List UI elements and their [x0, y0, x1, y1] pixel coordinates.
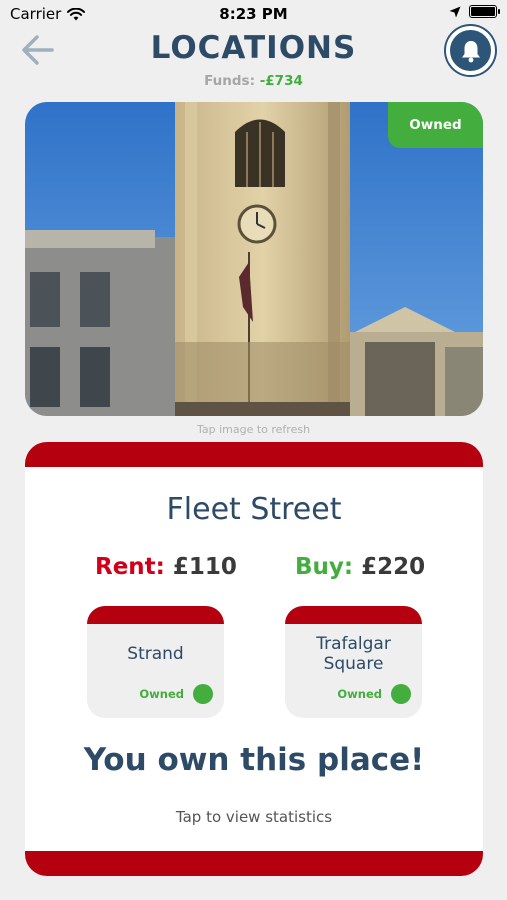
funds-display: Funds: -£734 — [0, 73, 507, 89]
location-name: Fleet Street — [166, 492, 342, 527]
location-card: Fleet Street Rent: £110 Buy: £220 Strand… — [25, 442, 483, 876]
funds-label: Funds: — [204, 73, 255, 89]
owned-indicator-dot — [391, 684, 411, 704]
buy-label: Buy: — [295, 554, 354, 580]
neighbour-card-strand[interactable]: Strand Owned — [87, 606, 224, 718]
notifications-button[interactable] — [446, 26, 495, 75]
status-right — [449, 5, 500, 18]
refresh-hint: Tap image to refresh — [196, 423, 311, 436]
card-top-band — [25, 442, 483, 467]
church-tower-image — [25, 102, 483, 416]
clock: 8:23 PM — [219, 5, 288, 23]
ownership-message: You own this place! — [83, 742, 425, 778]
buy-price: Buy: £220 — [295, 554, 425, 580]
funds-value: -£734 — [259, 73, 303, 89]
neighbour-card-band — [87, 606, 224, 624]
owned-indicator-dot — [193, 684, 213, 704]
location-photo[interactable]: Owned — [25, 102, 483, 416]
buy-value: £220 — [361, 554, 426, 580]
view-statistics-link[interactable]: Tap to view statistics — [25, 808, 483, 826]
neighbour-status: Owned — [337, 687, 382, 701]
owned-badge: Owned — [388, 102, 483, 148]
rent-value: £110 — [172, 554, 237, 580]
neighbour-card-band — [285, 606, 422, 624]
card-bottom-band — [25, 851, 483, 876]
battery-icon — [469, 5, 500, 18]
page-title: LOCATIONS — [150, 30, 357, 66]
neighbour-name: Trafalgar Square — [316, 634, 391, 674]
neighbour-card-trafalgar-square[interactable]: Trafalgar Square Owned — [285, 606, 422, 718]
bell-icon — [461, 40, 480, 62]
neighbour-status: Owned — [139, 687, 184, 701]
rent-price: Rent: £110 — [95, 554, 237, 580]
status-bar: Carrier 8:23 PM — [0, 0, 507, 28]
location-arrow-icon — [449, 6, 461, 17]
rent-label: Rent: — [95, 554, 165, 580]
neighbour-name: Strand — [127, 644, 184, 664]
